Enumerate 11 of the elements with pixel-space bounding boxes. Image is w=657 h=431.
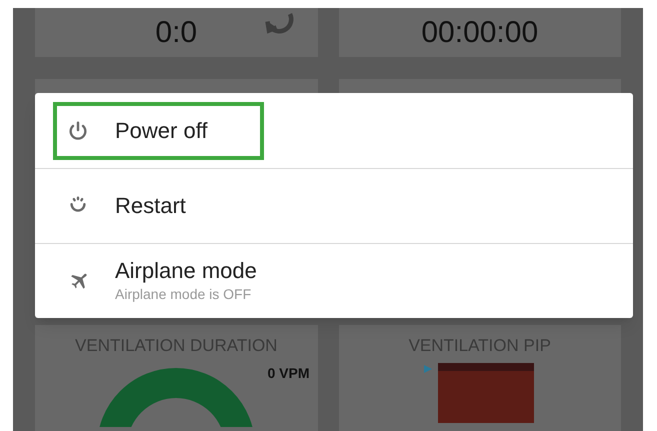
menu-subtitle: Airplane mode is OFF — [115, 285, 252, 304]
menu-item[interactable]: Airplane mode Airplane mode is OFF — [35, 243, 633, 318]
power-icon — [67, 120, 89, 142]
stat-value: 0:0 — [155, 18, 198, 48]
menu-item[interactable]: Restart — [35, 168, 633, 243]
rate-reading: 0 VPM — [267, 364, 310, 383]
menu-label: Restart — [115, 192, 186, 220]
menu-label: Power off — [115, 116, 208, 144]
menu-item[interactable]: Power off — [35, 93, 633, 168]
stat-value: 00:00:00 — [421, 18, 538, 48]
menu-label: Airplane mode — [115, 256, 257, 284]
